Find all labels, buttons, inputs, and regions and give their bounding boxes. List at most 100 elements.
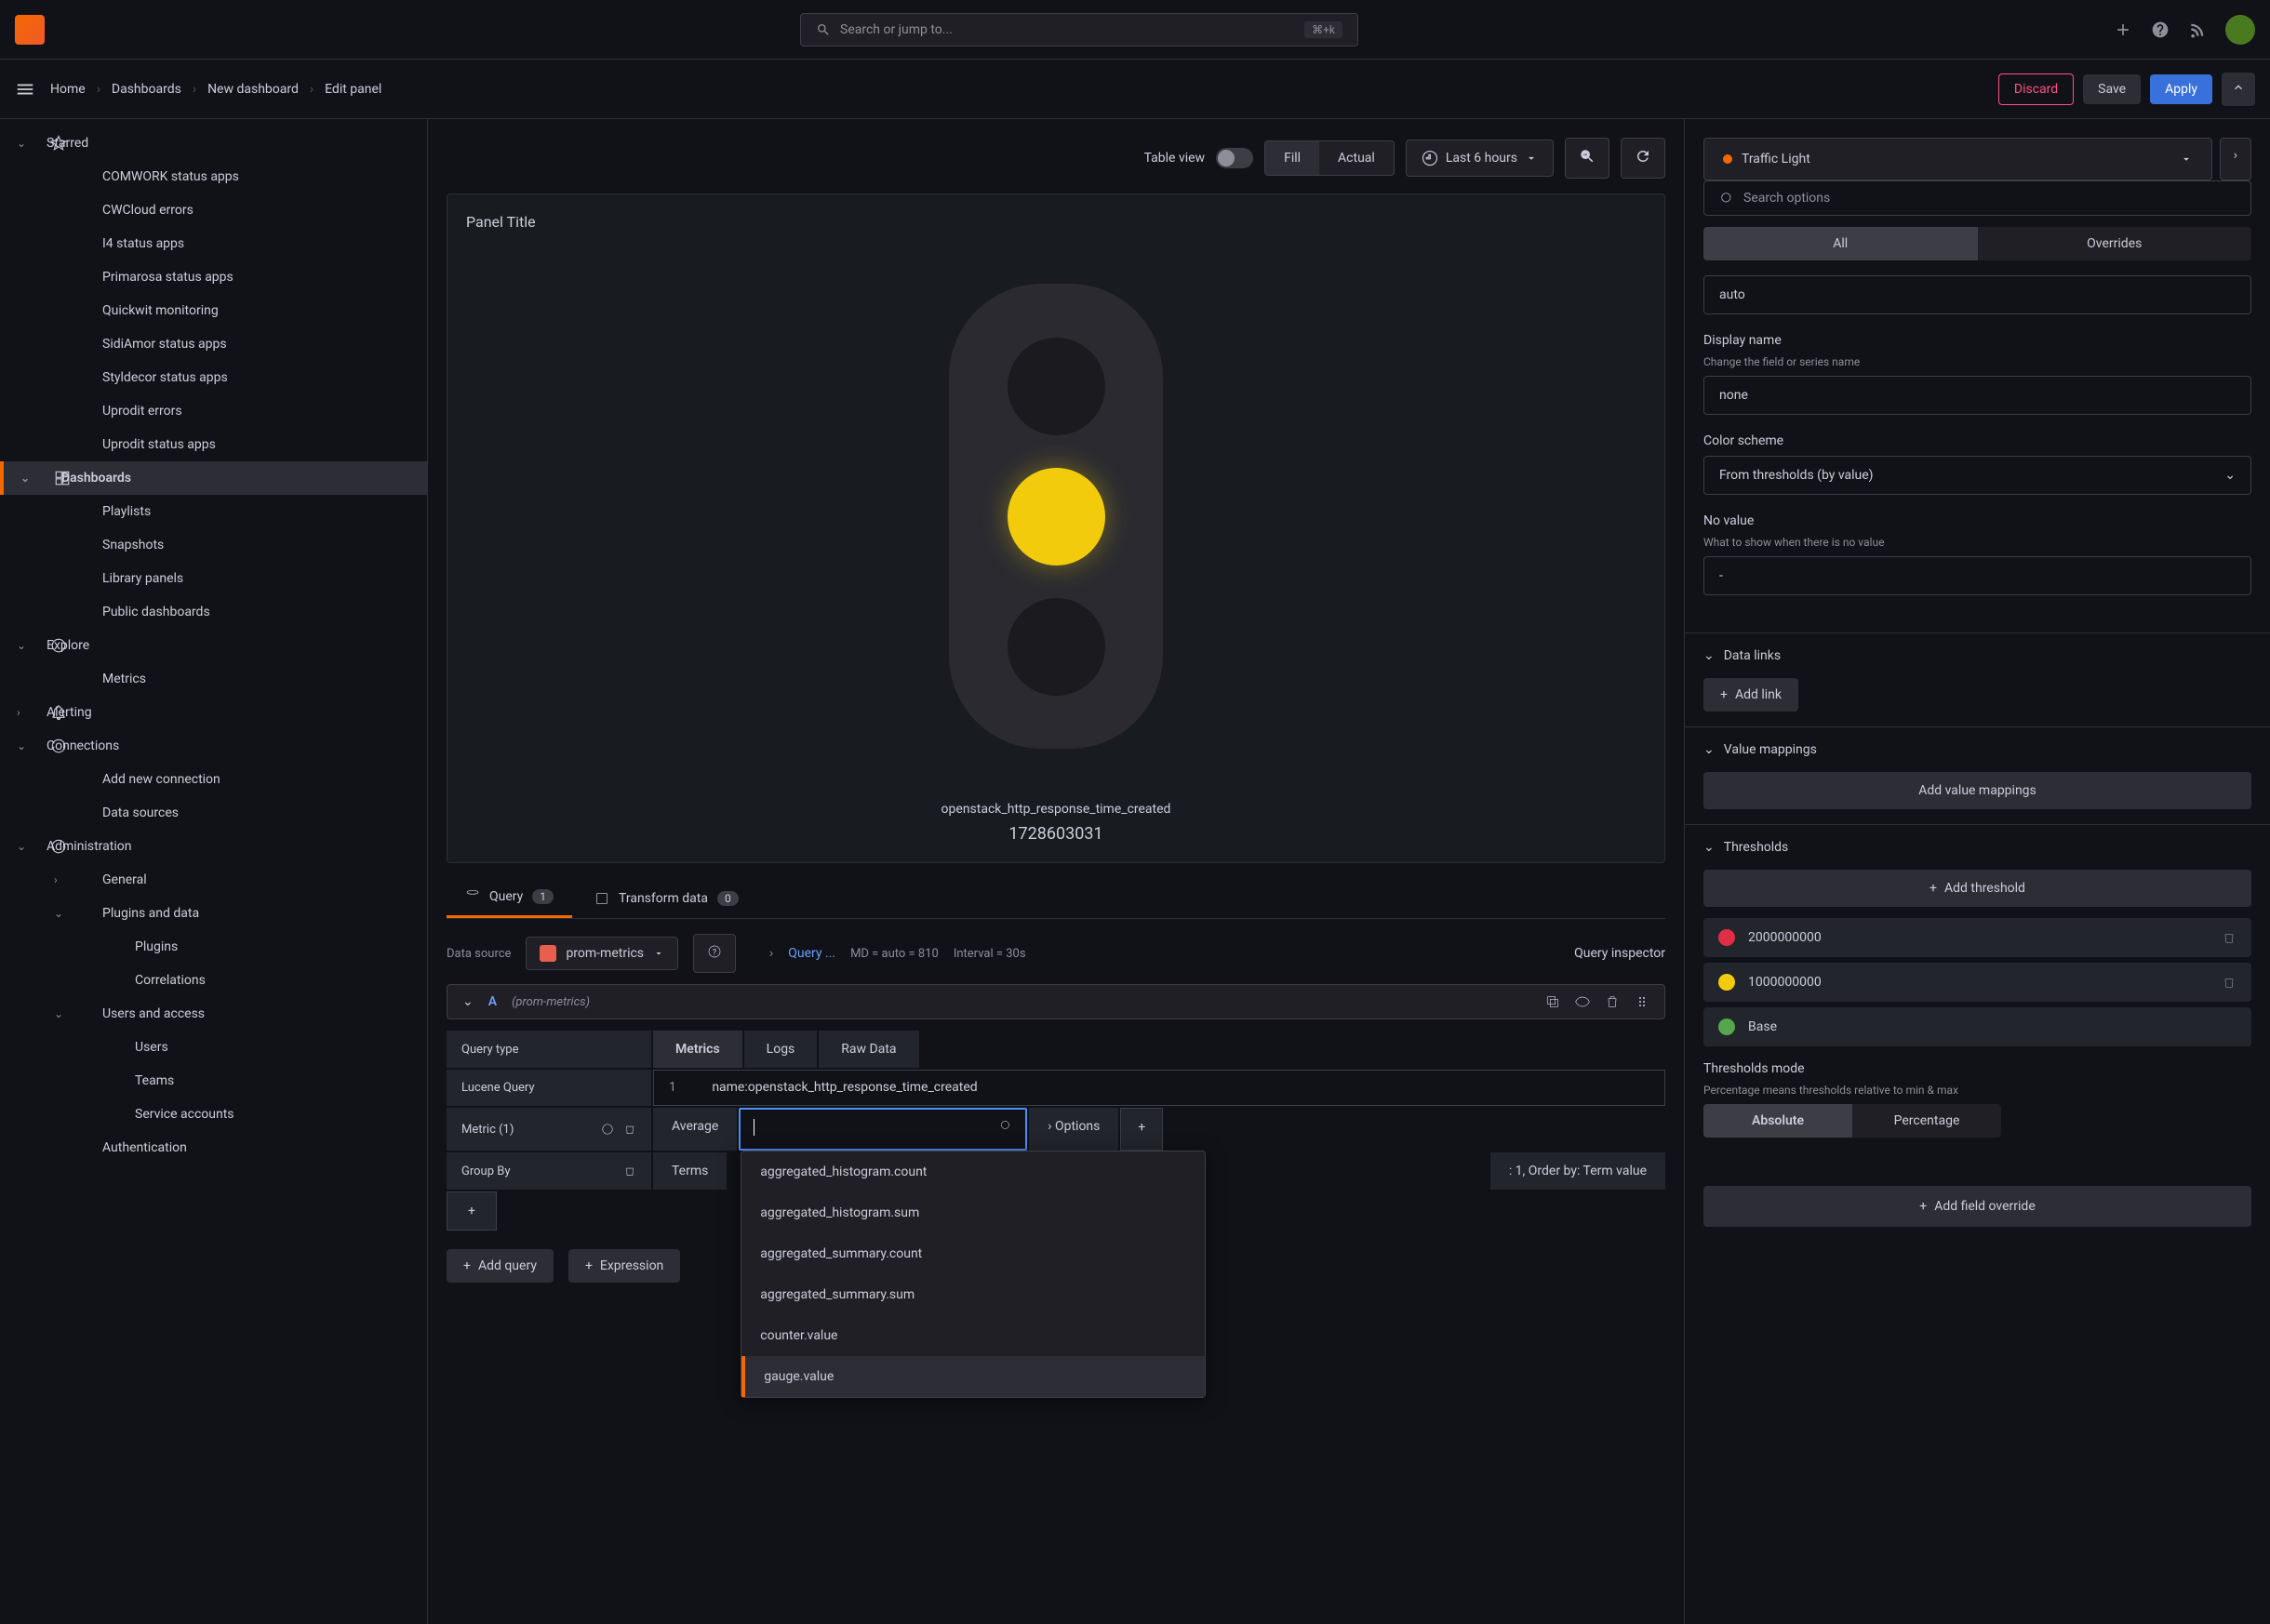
refresh-button[interactable]	[1621, 138, 1665, 179]
sidebar-playlists[interactable]: Playlists	[0, 495, 427, 528]
no-value-input[interactable]: -	[1703, 556, 2251, 595]
mode-percentage[interactable]: Percentage	[1852, 1104, 2001, 1138]
user-avatar[interactable]	[2225, 15, 2255, 45]
sidebar-authentication[interactable]: Authentication	[0, 1131, 427, 1165]
query-inspector-button[interactable]: Query inspector	[1574, 946, 1665, 961]
threshold-value[interactable]: 2000000000	[1748, 930, 2209, 945]
sidebar-connections[interactable]: ⌄ Connections	[0, 729, 427, 763]
breadcrumb-new-dashboard[interactable]: New dashboard	[207, 82, 299, 97]
data-links-header[interactable]: ⌄ Data links	[1685, 632, 2270, 678]
trash-icon[interactable]	[623, 1165, 636, 1178]
threshold-value[interactable]: 1000000000	[1748, 975, 2209, 990]
expression-button[interactable]: + Expression	[568, 1249, 680, 1283]
dropdown-item[interactable]: aggregated_summary.count	[741, 1233, 1205, 1274]
query-row-header[interactable]: ⌄ A (prom-metrics)	[447, 984, 1665, 1019]
query-type-metrics[interactable]: Metrics	[653, 1031, 742, 1068]
dropdown-item[interactable]: aggregated_histogram.count	[741, 1151, 1205, 1192]
sidebar-alerting[interactable]: › Alerting	[0, 696, 427, 729]
sidebar-administration[interactable]: ⌄ Administration	[0, 830, 427, 863]
metric-function[interactable]: Average	[653, 1108, 737, 1151]
value-mappings-header[interactable]: ⌄ Value mappings	[1685, 726, 2270, 772]
sidebar-general[interactable]: ›General	[0, 863, 427, 897]
drag-icon[interactable]	[1635, 994, 1649, 1009]
threshold-color-yellow[interactable]	[1718, 974, 1735, 991]
display-name-input[interactable]: none	[1703, 376, 2251, 415]
actual-toggle[interactable]: Actual	[1319, 141, 1394, 175]
sidebar-add-connection[interactable]: Add new connection	[0, 763, 427, 796]
metric-options[interactable]: › Options	[1029, 1108, 1118, 1151]
dropdown-item[interactable]: counter.value	[741, 1315, 1205, 1356]
sidebar-item[interactable]: Quickwit monitoring	[0, 294, 427, 327]
trash-icon[interactable]	[623, 1123, 636, 1136]
sidebar-item[interactable]: COMWORK status apps	[0, 160, 427, 193]
sidebar-correlations[interactable]: Correlations	[0, 964, 427, 997]
discard-button[interactable]: Discard	[1998, 73, 2074, 105]
add-metric-button[interactable]: +	[1120, 1108, 1163, 1151]
table-view-toggle[interactable]	[1216, 148, 1253, 168]
sidebar-item[interactable]: Uprodit errors	[0, 394, 427, 428]
global-search[interactable]: Search or jump to... ⌘+k	[800, 13, 1358, 47]
trash-icon[interactable]	[2222, 975, 2237, 990]
sidebar-data-sources[interactable]: Data sources	[0, 796, 427, 830]
threshold-color-green[interactable]	[1718, 1018, 1735, 1035]
threshold-color-red[interactable]	[1718, 929, 1735, 946]
options-tab-all[interactable]: All	[1703, 227, 1978, 260]
sidebar-item[interactable]: SidiAmor status apps	[0, 327, 427, 361]
sidebar-item[interactable]: Uprodit status apps	[0, 428, 427, 461]
metric-field-input[interactable]: aggregated_histogram.count aggregated_hi…	[739, 1108, 1027, 1151]
fill-toggle[interactable]: Fill	[1265, 141, 1319, 175]
query-type-raw[interactable]: Raw Data	[819, 1031, 918, 1068]
sidebar-teams[interactable]: Teams	[0, 1064, 427, 1098]
search-options[interactable]: Search options	[1703, 180, 2251, 216]
sidebar-starred[interactable]: ⌄ Starred	[0, 126, 427, 160]
sidebar-dashboards[interactable]: ⌄ Dashboards	[0, 461, 427, 495]
color-scheme-select[interactable]: From thresholds (by value) ⌄	[1703, 456, 2251, 495]
auto-input[interactable]: auto	[1703, 275, 2251, 314]
tab-transform[interactable]: Transform data 0	[576, 878, 757, 918]
sidebar-service-accounts[interactable]: Service accounts	[0, 1098, 427, 1131]
mode-absolute[interactable]: Absolute	[1703, 1104, 1852, 1138]
viz-expand-button[interactable]: ›	[2220, 138, 2251, 180]
rss-icon[interactable]	[2188, 20, 2207, 39]
menu-icon[interactable]	[15, 79, 35, 100]
eye-icon[interactable]	[601, 1123, 614, 1136]
breadcrumb-dashboards[interactable]: Dashboards	[112, 82, 181, 97]
dropdown-item[interactable]: aggregated_summary.sum	[741, 1274, 1205, 1315]
grafana-logo[interactable]	[15, 15, 45, 45]
add-group-button[interactable]: +	[447, 1191, 497, 1231]
sidebar-metrics[interactable]: Metrics	[0, 662, 427, 696]
help-icon[interactable]	[2151, 20, 2170, 39]
add-threshold-button[interactable]: + Add threshold	[1703, 870, 2251, 907]
viz-type-select[interactable]: Traffic Light	[1703, 138, 2212, 180]
thresholds-header[interactable]: ⌄ Thresholds	[1685, 824, 2270, 870]
apply-button[interactable]: Apply	[2150, 74, 2212, 104]
sidebar-item[interactable]: CWCloud errors	[0, 193, 427, 227]
data-source-select[interactable]: prom-metrics	[526, 937, 678, 970]
breadcrumb-home[interactable]: Home	[50, 82, 86, 97]
eye-icon[interactable]	[1575, 994, 1590, 1009]
dropdown-item[interactable]: gauge.value	[741, 1356, 1205, 1397]
trash-icon[interactable]	[2222, 930, 2237, 945]
sidebar-item[interactable]: Primarosa status apps	[0, 260, 427, 294]
zoom-out-button[interactable]	[1565, 138, 1609, 179]
group-by-meta[interactable]: : 1, Order by: Term value	[1490, 1152, 1665, 1190]
sidebar-explore[interactable]: ⌄ Explore	[0, 629, 427, 662]
query-type-logs[interactable]: Logs	[744, 1031, 818, 1068]
sidebar-snapshots[interactable]: Snapshots	[0, 528, 427, 562]
sidebar-users-access[interactable]: ⌄Users and access	[0, 997, 427, 1031]
tab-query[interactable]: Query 1	[447, 878, 572, 918]
add-field-override-button[interactable]: + Add field override	[1703, 1186, 2251, 1227]
datasource-help-button[interactable]: ?	[693, 934, 736, 973]
save-button[interactable]: Save	[2083, 74, 2141, 104]
sidebar-plugins-data[interactable]: ⌄Plugins and data	[0, 897, 427, 930]
copy-icon[interactable]	[1545, 994, 1560, 1009]
lucene-input[interactable]: 1 name:openstack_http_response_time_crea…	[653, 1070, 1665, 1106]
add-query-button[interactable]: + Add query	[447, 1249, 554, 1283]
collapse-button[interactable]	[2222, 73, 2255, 106]
add-link-button[interactable]: + Add link	[1703, 678, 1798, 712]
add-value-mappings-button[interactable]: Add value mappings	[1703, 772, 2251, 809]
sidebar-item[interactable]: I4 status apps	[0, 227, 427, 260]
query-options-link[interactable]: Query ...	[788, 946, 835, 961]
dropdown-item[interactable]: aggregated_histogram.sum	[741, 1192, 1205, 1233]
trash-icon[interactable]	[1605, 994, 1620, 1009]
